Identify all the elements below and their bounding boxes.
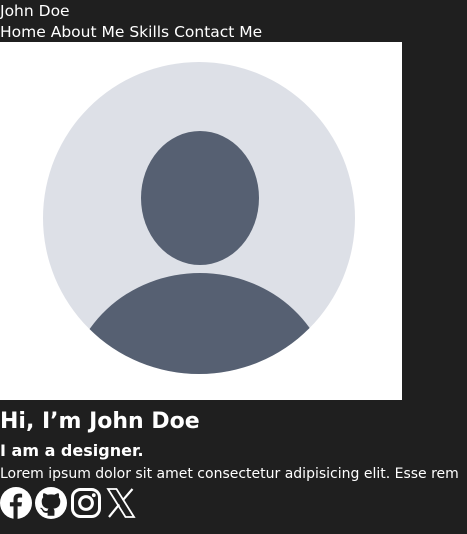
x-icon xyxy=(106,488,136,518)
nav-item-about-me[interactable]: About Me xyxy=(51,23,125,41)
user-placeholder-icon xyxy=(43,62,355,374)
github-link[interactable] xyxy=(35,487,67,519)
hero-subtitle: I am a designer. xyxy=(0,441,144,460)
nav-item-home[interactable]: Home xyxy=(0,23,46,41)
instagram-icon xyxy=(71,488,101,518)
main-nav: Home About Me Skills Contact Me xyxy=(0,21,262,43)
social-links xyxy=(0,487,137,519)
nav-item-skills[interactable]: Skills xyxy=(129,23,169,41)
github-icon xyxy=(35,487,67,519)
nav-item-contact-me[interactable]: Contact Me xyxy=(174,23,262,41)
facebook-icon xyxy=(0,487,32,519)
hero-title: Hi, I’m John Doe xyxy=(0,409,200,434)
hero-description: Lorem ipsum dolor sit amet consectetur a… xyxy=(0,466,459,482)
profile-image xyxy=(0,42,402,400)
x-link[interactable] xyxy=(105,487,137,519)
site-brand: John Doe xyxy=(0,2,70,20)
avatar-head xyxy=(141,131,259,265)
instagram-link[interactable] xyxy=(70,487,102,519)
facebook-link[interactable] xyxy=(0,487,32,519)
